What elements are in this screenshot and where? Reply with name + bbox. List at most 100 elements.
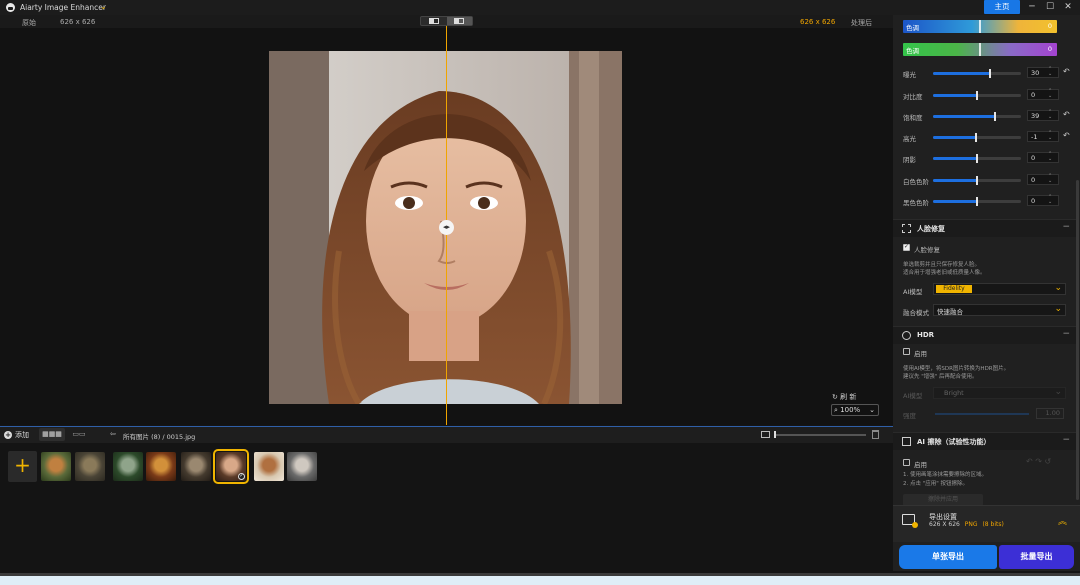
- close-icon[interactable]: ✕: [1059, 1, 1077, 13]
- thumb-dog[interactable]: [254, 452, 284, 481]
- adjust-label: 黑色色阶: [903, 199, 929, 207]
- hue-label: 色调: [906, 24, 919, 32]
- zoom-value: 100%: [840, 406, 861, 414]
- hdr-header[interactable]: HDR −: [893, 326, 1076, 344]
- face-model-select[interactable]: Fidelity ⌄: [933, 283, 1066, 295]
- gallery-add-button[interactable]: +: [8, 451, 37, 482]
- adjust-value: 30: [1031, 69, 1040, 77]
- hue-handle[interactable]: [979, 20, 981, 33]
- blend-mode-select[interactable]: 快速融合 ⌄: [933, 304, 1066, 316]
- hdr-desc-2: 建议先 "增强" 后再配合使用。: [903, 374, 978, 380]
- minimize-icon[interactable]: ─: [1023, 1, 1041, 13]
- thumb-tiger[interactable]: [41, 452, 71, 481]
- adjust-value-input[interactable]: 0: [1027, 89, 1059, 100]
- spinner-icon[interactable]: ⌃ ⌄: [1048, 89, 1052, 99]
- panel-scrollbar[interactable]: [1076, 180, 1079, 500]
- adjust-value-input[interactable]: 39: [1027, 110, 1059, 121]
- slider-handle[interactable]: [975, 133, 977, 142]
- slider-handle[interactable]: [976, 197, 978, 206]
- slider-handle[interactable]: [994, 112, 996, 121]
- thumb-portrait[interactable]: ✓: [213, 449, 249, 484]
- thumb-food[interactable]: [146, 452, 176, 481]
- back-icon[interactable]: ⇦: [110, 430, 116, 438]
- split-view-button[interactable]: [421, 17, 447, 25]
- compare-view-toggle[interactable]: [420, 16, 473, 26]
- spinner-icon[interactable]: ⌃ ⌄: [1048, 67, 1052, 77]
- spinner-icon[interactable]: ⌃ ⌄: [1048, 110, 1052, 120]
- adjust-slider[interactable]: [933, 133, 1021, 142]
- maximize-icon[interactable]: ☐: [1041, 1, 1059, 13]
- thumb-owl[interactable]: [75, 452, 105, 481]
- batch-export-button[interactable]: 批量导出: [999, 545, 1074, 569]
- ai-erase-desc-1: 1. 使用画笔涂抹需要擦除的区域。: [903, 472, 987, 478]
- side-by-side-button[interactable]: [446, 17, 472, 25]
- grid-view-button[interactable]: ▦▦▦: [39, 428, 65, 441]
- thumbnail-size-slider[interactable]: [774, 434, 866, 436]
- slider-handle[interactable]: [976, 154, 978, 163]
- original-label: 原始: [22, 19, 36, 27]
- single-export-button[interactable]: 单张导出: [899, 545, 997, 569]
- adjust-value-input[interactable]: -1: [1027, 131, 1059, 142]
- adjust-slider[interactable]: [933, 91, 1021, 100]
- adjust-slider[interactable]: [933, 69, 1021, 78]
- thumb-cat[interactable]: [181, 452, 211, 481]
- chevron-down-icon: ⌄: [1054, 283, 1062, 293]
- ai-erase-header[interactable]: AI 擦除（试验性功能） −: [893, 432, 1076, 450]
- undo-icon[interactable]: ↶: [1063, 110, 1070, 119]
- spinner-icon[interactable]: ⌃ ⌄: [1048, 195, 1052, 205]
- thumb-street[interactable]: [287, 452, 317, 481]
- refresh-icon: ↻: [832, 393, 841, 401]
- adjust-slider[interactable]: [933, 154, 1021, 163]
- slider-handle[interactable]: [976, 176, 978, 185]
- ai-erase-checkbox[interactable]: [903, 459, 910, 466]
- chevron-down-icon[interactable]: ⌄: [100, 2, 107, 11]
- undo-icon[interactable]: ↶: [1063, 131, 1070, 140]
- adjust-slider[interactable]: [933, 176, 1021, 185]
- face-model-value: Fidelity: [936, 285, 972, 293]
- face-restore-checkbox-label: 人脸修复: [914, 246, 940, 254]
- add-image-button[interactable]: + 添加: [4, 430, 29, 440]
- split-handle-icon[interactable]: ◂▸: [439, 220, 454, 235]
- export-settings-icon: [902, 514, 918, 528]
- slider-handle[interactable]: [989, 69, 991, 78]
- blend-mode-label: 融合模式: [903, 309, 929, 317]
- adjust-slider[interactable]: [933, 197, 1021, 206]
- face-restore-checkbox[interactable]: [903, 243, 910, 251]
- spinner-icon[interactable]: ⌃ ⌄: [1048, 152, 1052, 162]
- adjust-value-input[interactable]: 0: [1027, 152, 1059, 163]
- spinner-icon[interactable]: ⌃ ⌄: [1048, 131, 1052, 141]
- zoom-select[interactable]: ⌕ 100% ⌄: [831, 404, 879, 416]
- collapse-icon[interactable]: −: [1062, 222, 1070, 232]
- face-restore-title: 人脸修复: [917, 225, 945, 233]
- adjust-row: 白色色阶 0 ⌃ ⌄: [903, 174, 1073, 186]
- slider-handle[interactable]: [774, 431, 776, 438]
- collapse-icon[interactable]: −: [1062, 329, 1070, 339]
- hdr-enable-checkbox[interactable]: [903, 348, 910, 355]
- tint-slider[interactable]: 色调 0: [903, 43, 1057, 56]
- reset-button[interactable]: ↻ 刷 新: [832, 392, 856, 402]
- hdr-strength-value: 1.00: [1036, 408, 1064, 419]
- adjust-value: 39: [1031, 112, 1040, 120]
- adjust-value-input[interactable]: 30: [1027, 67, 1059, 78]
- ai-erase-title: AI 擦除（试验性功能）: [917, 438, 991, 446]
- adjust-value: 0: [1031, 91, 1036, 99]
- thumb-forest[interactable]: [113, 452, 143, 481]
- collapse-icon[interactable]: −: [1062, 435, 1070, 445]
- home-button[interactable]: 主页: [984, 0, 1020, 14]
- tint-handle[interactable]: [979, 43, 981, 56]
- expand-up-icon[interactable]: ︽: [1058, 514, 1067, 527]
- face-restore-header[interactable]: 人脸修复 −: [893, 219, 1076, 237]
- slider-handle[interactable]: [976, 91, 978, 100]
- trash-icon[interactable]: [872, 430, 879, 439]
- adjust-value: 0: [1031, 197, 1036, 205]
- adjust-value-input[interactable]: 0: [1027, 195, 1059, 206]
- slider-fill: [933, 179, 977, 182]
- breadcrumb[interactable]: 所有图片 (8) / 0015.jpg: [123, 431, 195, 441]
- hue-slider[interactable]: 色调 0: [903, 20, 1057, 33]
- adjust-slider[interactable]: [933, 112, 1021, 121]
- spinner-icon[interactable]: ⌃ ⌄: [1048, 174, 1052, 184]
- list-view-button[interactable]: ▭▭: [68, 428, 90, 441]
- adjust-value-input[interactable]: 0: [1027, 174, 1059, 185]
- undo-icon[interactable]: ↶: [1063, 67, 1070, 76]
- selected-check-icon: ✓: [238, 473, 245, 480]
